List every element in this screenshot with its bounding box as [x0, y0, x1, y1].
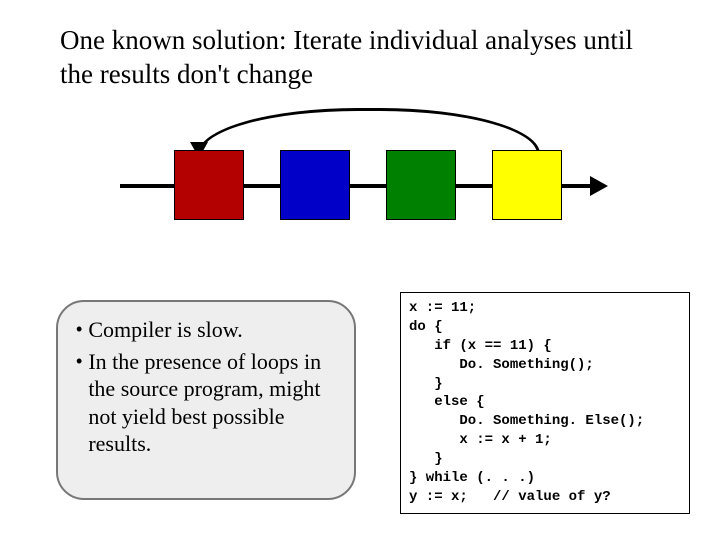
pipeline-diagram: [80, 118, 640, 258]
stage-box-3: [386, 150, 456, 220]
code-line: Do. Something();: [409, 357, 594, 373]
code-line: y := x; // value of y?: [409, 489, 611, 505]
bullet-item: • In the presence of loops in the source…: [76, 348, 336, 458]
code-line: } while (. . .): [409, 470, 535, 486]
feedback-loop-arc: [198, 108, 540, 154]
code-block: x := 11; do { if (x == 11) { Do. Somethi…: [400, 292, 690, 514]
bullet-item: • Compiler is slow.: [76, 316, 336, 344]
bullet-text: Compiler is slow.: [88, 316, 242, 344]
bullet-icon: •: [76, 348, 82, 458]
bullet-icon: •: [76, 316, 82, 344]
code-line: Do. Something. Else();: [409, 413, 644, 429]
code-line: if (x == 11) {: [409, 338, 552, 354]
bullet-callout: • Compiler is slow. • In the presence of…: [56, 300, 356, 500]
stage-box-2: [280, 150, 350, 220]
code-line: do {: [409, 319, 443, 335]
bullet-text: In the presence of loops in the source p…: [88, 348, 336, 458]
code-line: }: [409, 376, 443, 392]
stage-box-4: [492, 150, 562, 220]
code-line: else {: [409, 394, 485, 410]
code-line: }: [409, 451, 443, 467]
code-line: x := 11;: [409, 300, 476, 316]
slide-title: One known solution: Iterate individual a…: [60, 24, 660, 92]
code-line: x := x + 1;: [409, 432, 552, 448]
stage-box-1: [174, 150, 244, 220]
pipeline-arrowhead-icon: [590, 176, 608, 196]
